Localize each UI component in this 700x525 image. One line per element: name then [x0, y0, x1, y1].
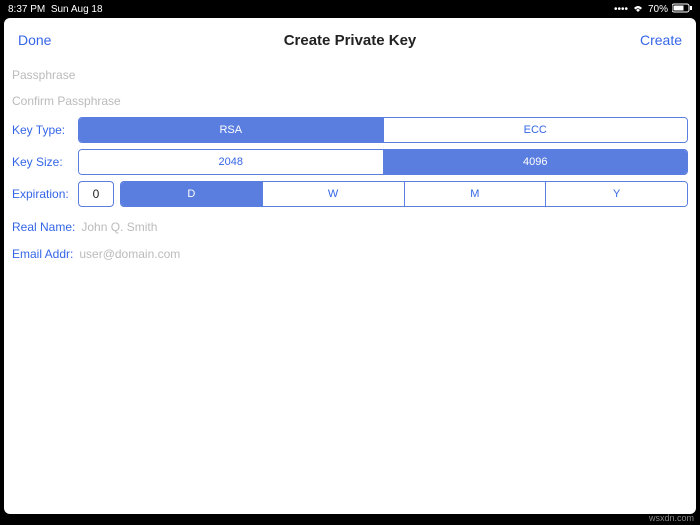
- navbar: Done Create Private Key Create: [4, 18, 696, 62]
- passphrase-input[interactable]: [8, 62, 692, 88]
- unit-d[interactable]: D: [121, 182, 263, 206]
- unit-y[interactable]: Y: [546, 182, 687, 206]
- realname-row: Real Name:: [8, 210, 692, 239]
- status-time: 8:37 PM: [8, 4, 45, 15]
- keytype-rsa[interactable]: RSA: [79, 118, 384, 142]
- email-input[interactable]: [79, 245, 688, 263]
- expiration-input[interactable]: [78, 181, 114, 207]
- keysize-segmented: 2048 4096: [78, 149, 688, 175]
- create-button[interactable]: Create: [632, 32, 682, 48]
- signal-icon: ••••: [614, 4, 628, 15]
- expiration-label: Expiration:: [12, 187, 72, 201]
- realname-label: Real Name:: [12, 220, 75, 234]
- keytype-row: Key Type: RSA ECC: [8, 114, 692, 146]
- unit-w[interactable]: W: [263, 182, 405, 206]
- wifi-icon: [632, 3, 644, 16]
- keysize-2048[interactable]: 2048: [79, 150, 384, 174]
- confirm-passphrase-input[interactable]: [8, 88, 692, 114]
- done-button[interactable]: Done: [18, 32, 68, 48]
- battery-icon: [672, 3, 692, 16]
- battery-percent: 70%: [648, 4, 668, 15]
- realname-input[interactable]: [81, 218, 688, 236]
- app-screen: Done Create Private Key Create Key Type:…: [4, 18, 696, 514]
- keytype-ecc[interactable]: ECC: [384, 118, 688, 142]
- form-content: Key Type: RSA ECC Key Size: 2048 4096 Ex…: [4, 62, 696, 266]
- watermark: wsxdn.com: [649, 513, 694, 523]
- unit-m[interactable]: M: [405, 182, 547, 206]
- keytype-label: Key Type:: [12, 123, 72, 137]
- status-date: Sun Aug 18: [51, 4, 103, 15]
- page-title: Create Private Key: [68, 32, 632, 49]
- expiration-row: Expiration: D W M Y: [8, 178, 692, 210]
- keysize-label: Key Size:: [12, 155, 72, 169]
- email-label: Email Addr:: [12, 247, 73, 261]
- keytype-segmented: RSA ECC: [78, 117, 688, 143]
- email-row: Email Addr:: [8, 239, 692, 266]
- keysize-4096[interactable]: 4096: [384, 150, 688, 174]
- expiration-unit-segmented: D W M Y: [120, 181, 688, 207]
- keysize-row: Key Size: 2048 4096: [8, 146, 692, 178]
- status-bar: 8:37 PM Sun Aug 18 •••• 70%: [0, 0, 700, 18]
